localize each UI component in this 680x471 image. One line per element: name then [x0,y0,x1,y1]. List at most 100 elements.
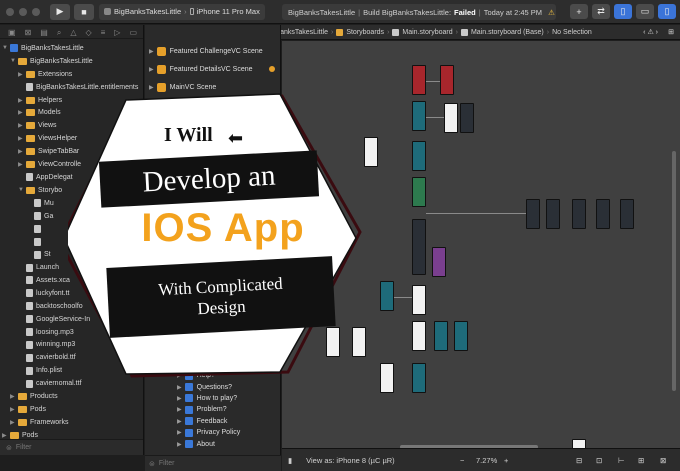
outline-item[interactable]: ▶ Problem? [177,404,240,415]
scene-thumbnail[interactable] [412,285,426,315]
disclosure-icon[interactable]: ▶ [177,384,182,391]
scene-thumbnail[interactable] [412,65,426,95]
debug-toggle[interactable]: ▭ [636,4,654,19]
tree-item[interactable]: ▶ Pods [0,403,143,416]
scene-thumbnail[interactable] [620,199,634,229]
disclosure-icon[interactable]: ▶ [2,432,10,439]
outline-item[interactable]: ▶ How to play? [177,393,240,404]
outline-item[interactable]: ▶ Feedback [177,416,240,427]
add-editor-icon[interactable]: ⊞ [668,28,674,36]
zoom-level[interactable]: 7.27% [476,456,497,465]
disclosure-icon[interactable]: ▼ [2,45,10,51]
disclosure-icon[interactable]: ▼ [10,58,18,64]
disclosure-icon[interactable]: ▶ [18,135,26,142]
disclosure-icon[interactable]: ▶ [18,161,26,168]
tree-item[interactable]: ▶ Frameworks [0,416,143,429]
scene-thumbnail[interactable] [412,141,426,171]
stop-button[interactable]: ■ [74,3,94,20]
disclosure-icon[interactable]: ▼ [18,187,26,193]
device-config-button[interactable]: View as: iPhone 8 (µC µR) [306,456,395,465]
tree-item[interactable]: ▶ Extensions [0,68,143,81]
disclosure-icon[interactable]: ▶ [18,97,26,104]
scene-thumbnail[interactable] [432,247,446,277]
scene-row[interactable]: ▶ Featured ChallengeVC Scene [145,42,280,60]
breadcrumb-item[interactable]: No Selection [552,29,592,36]
source-control-icon[interactable]: ⊠ [25,28,32,37]
scene-thumbnail[interactable] [434,321,448,351]
report-icon[interactable]: ▭ [129,28,137,37]
library-button[interactable]: + [570,4,588,19]
outline-item[interactable]: ▶ Privacy Policy [177,427,240,438]
navigator-toggle[interactable]: ▯ [614,4,632,19]
scene-thumbnail[interactable] [412,363,426,393]
run-button[interactable]: ▶ [50,3,70,20]
disclosure-icon[interactable]: ▶ [18,122,26,129]
test-icon[interactable]: ◇ [85,28,91,37]
disclosure-icon[interactable]: ▶ [10,406,18,413]
issues-nav-icon[interactable]: ‹ ⚠ › [643,28,658,36]
scene-thumbnail[interactable] [440,65,454,95]
folder-icon[interactable]: ▣ [8,28,16,37]
scene-thumbnail[interactable] [412,177,426,207]
outline-item[interactable]: ▶ Questions? [177,381,240,392]
scene-thumbnail[interactable] [572,199,586,229]
tree-root[interactable]: ▼ BigBanksTakesLittle [0,42,143,55]
tree-item[interactable]: ▼ BigBanksTakesLittle [0,55,143,68]
disclosure-icon[interactable]: ▶ [177,441,182,448]
disclosure-icon[interactable]: ▶ [177,418,182,425]
vertical-scrollbar[interactable] [672,151,676,391]
scene-thumbnail[interactable] [380,363,394,393]
pin-icon[interactable]: ⊞ [638,456,644,465]
outline-item[interactable]: ▶ About [177,438,240,449]
scene-thumbnail[interactable] [460,103,474,133]
scene-thumbnail[interactable] [454,321,468,351]
update-frames-icon[interactable]: ⊟ [576,456,582,465]
warning-icon[interactable]: ⚠ [548,8,555,17]
search-icon[interactable]: ⌕ [57,28,61,37]
disclosure-icon[interactable]: ▶ [18,148,26,155]
disclosure-icon[interactable]: ▶ [149,48,154,55]
resolve-icon[interactable]: ⊠ [660,456,666,465]
disclosure-icon[interactable]: ▶ [10,419,18,426]
align-icon[interactable]: ⊢ [618,456,625,465]
disclosure-icon[interactable]: ▶ [18,71,26,78]
breadcrumb-item[interactable]: Storyboards [346,29,384,36]
outline-filter[interactable]: ⊜ Filter [145,455,281,471]
inspector-toggle[interactable]: ▯ [658,4,676,19]
scheme-selector[interactable]: BigBanksTakesLittle › iPhone 11 Pro Max [99,3,265,20]
symbol-icon[interactable]: ▤ [40,28,48,37]
debug-icon[interactable]: ≡ [101,28,106,37]
disclosure-icon[interactable]: ▶ [18,109,26,116]
scene-thumbnail[interactable] [412,101,426,131]
review-button[interactable]: ⇄ [592,4,610,19]
scene-icon [156,64,166,74]
breakpoint-icon[interactable]: ▷ [114,28,120,37]
disclosure-icon[interactable]: ▶ [177,406,182,413]
disclosure-icon[interactable]: ▶ [149,66,154,73]
breadcrumb-item[interactable]: Main.storyboard (Base) [471,29,544,36]
status-project: BigBanksTakesLittle [288,7,356,17]
scene-thumbnail[interactable] [596,199,610,229]
scene-thumbnail[interactable] [526,199,540,229]
zoom-window-button[interactable] [32,7,40,16]
navigator-filter[interactable]: ⊜ Filter [0,439,143,455]
tree-item[interactable]: ▶ Products [0,390,143,403]
scene-row[interactable]: ▶ Featured DetailsVC Scene [145,60,280,78]
disclosure-icon[interactable]: ▶ [149,84,154,91]
outline-toggle-icon[interactable]: ▮ [288,456,292,465]
minimize-window-button[interactable] [19,7,27,16]
breadcrumb-item[interactable]: Main.storyboard [402,29,452,36]
close-window-button[interactable] [6,7,14,16]
zoom-out-button[interactable]: − [460,456,464,465]
zoom-in-button[interactable]: + [504,456,508,465]
scene-thumbnail[interactable] [412,321,426,351]
disclosure-icon[interactable]: ▶ [10,393,18,400]
disclosure-icon[interactable]: ▶ [177,429,182,436]
scene-thumbnail[interactable] [380,281,394,311]
disclosure-icon[interactable]: ▶ [177,395,182,402]
issue-icon[interactable]: △ [70,28,76,37]
scene-thumbnail[interactable] [412,219,426,275]
embed-icon[interactable]: ⊡ [596,456,602,465]
scene-thumbnail[interactable] [546,199,560,229]
scene-thumbnail[interactable] [444,103,458,133]
